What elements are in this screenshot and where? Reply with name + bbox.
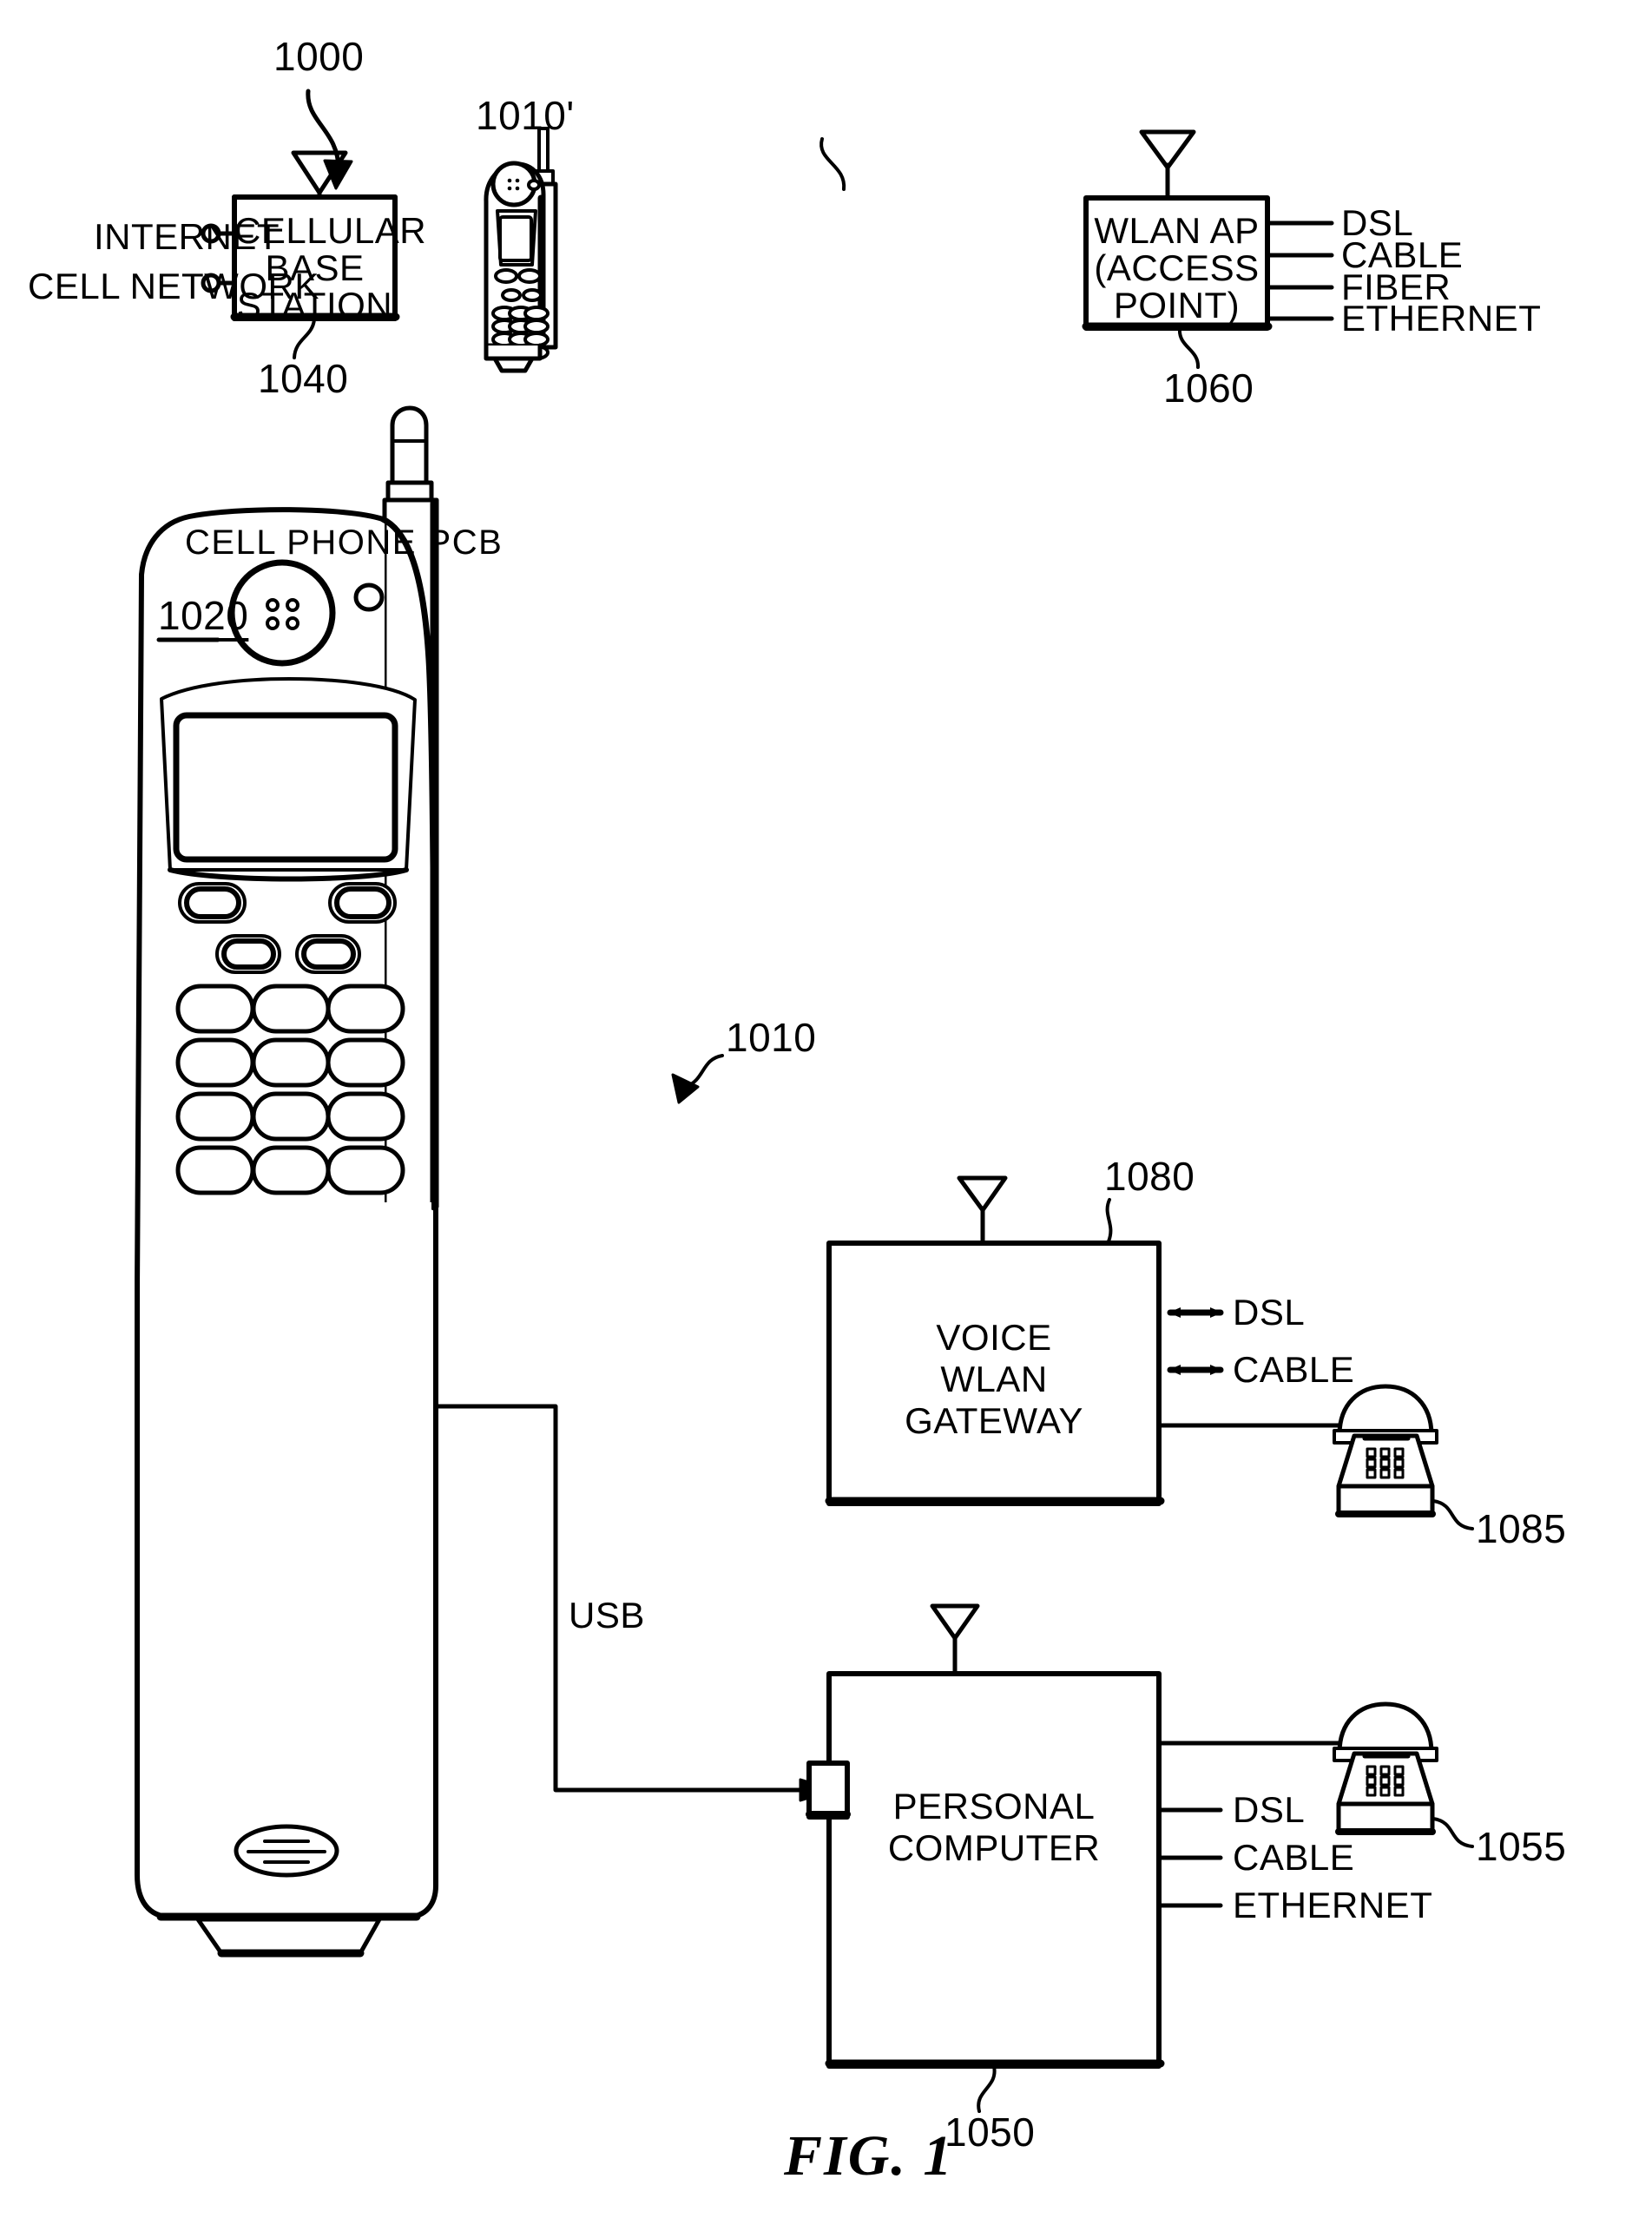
wlan-ap-ref-label: 1060 (1163, 365, 1254, 411)
cell-network-port-label: CELL NETWORK (28, 266, 319, 306)
wlan-ap-line3: POINT) (1113, 285, 1241, 326)
wlan-ap-line1: WLAN AP (1094, 210, 1260, 251)
wlan-ap-port-ethernet: ETHERNET (1341, 298, 1542, 339)
personal-computer-line2: COMPUTER (887, 1827, 1101, 1868)
telephone-1055-ref-label: 1055 (1476, 1824, 1567, 1869)
cellular-base-station-ref-label: 1040 (258, 356, 349, 401)
wlan-ap-line2: (ACCESS (1094, 247, 1260, 288)
cell-phone-pcb-label: CELL PHONE PCB (185, 523, 503, 562)
personal-computer-port-cable: CABLE (1233, 1837, 1355, 1878)
personal-computer-port-ethernet: ETHERNET (1233, 1885, 1433, 1925)
usb-connection-label: USB (569, 1595, 645, 1636)
internet-port-label: INTERNET (94, 216, 280, 257)
personal-computer-port-dsl: DSL (1233, 1789, 1306, 1830)
patent-figure-root: 1000 CELLULAR BASE STATION INTERNET CELL… (0, 0, 1652, 2218)
small-cell-phone-graphics (484, 127, 846, 373)
telephone-1085-graphics (1333, 1384, 1474, 1530)
voice-wlan-gateway-port-dsl: DSL (1233, 1292, 1306, 1333)
cell-phone-pcb-ref-label: 1020 (158, 593, 249, 638)
large-cell-phone-ref-label: 1010 (726, 1015, 817, 1060)
system-ref-label-1000: 1000 (273, 34, 365, 79)
voice-wlan-gateway-line3: GATEWAY (905, 1400, 1083, 1441)
telephone-1085-ref-label: 1085 (1476, 1506, 1567, 1551)
personal-computer-line1: PERSONAL (892, 1786, 1096, 1826)
voice-wlan-gateway-line1: VOICE (936, 1317, 1052, 1358)
figure-caption: FIG. 1 (784, 2124, 954, 2188)
voice-wlan-gateway-port-cable: CABLE (1233, 1349, 1355, 1390)
small-cell-phone-ref-label: 1010' (476, 93, 575, 138)
telephone-1055-graphics (1333, 1701, 1474, 1848)
large-cell-phone-graphics (134, 405, 724, 1958)
personal-computer-ref-label: 1050 (944, 2109, 1036, 2155)
voice-wlan-gateway-ref-label: 1080 (1104, 1154, 1195, 1199)
voice-wlan-gateway-line2: WLAN (940, 1359, 1048, 1399)
